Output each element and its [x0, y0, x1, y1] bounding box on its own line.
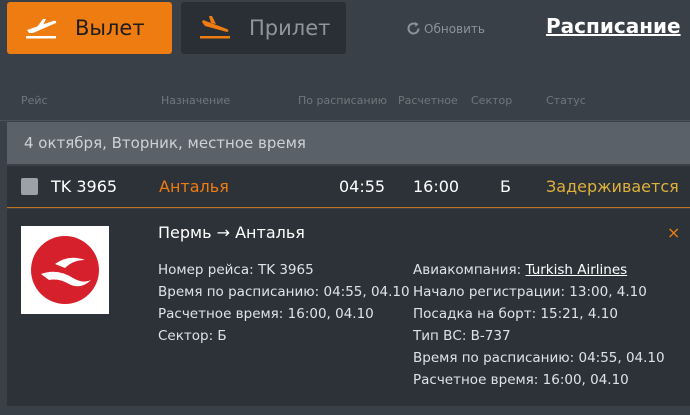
col-header-destination: Назначение [161, 94, 231, 107]
detail-sector: Сектор: Б [158, 328, 227, 344]
airline-logo [21, 226, 109, 314]
refresh-icon [407, 22, 420, 35]
flight-row[interactable]: TK 3965 Анталья 04:55 16:00 Б Задерживае… [7, 166, 690, 208]
tab-departures-label: Вылет [75, 16, 145, 40]
details-right-column: Авиакомпания: Turkish Airlines Начало ре… [413, 259, 665, 391]
airline-mini-icon [21, 178, 38, 195]
flight-scheduled-time: 04:55 [339, 177, 386, 196]
flight-sector: Б [500, 177, 511, 196]
detail-scheduled-time-right: Время по расписанию: 04:55, 04.10 [413, 350, 665, 366]
tab-arrivals-label: Прилет [249, 16, 331, 40]
refresh-button[interactable]: Обновить [406, 21, 485, 36]
detail-estimated-time-right: Расчетное время: 16:00, 04.10 [413, 372, 629, 388]
header-divider [0, 120, 690, 121]
close-icon[interactable]: × [667, 223, 680, 242]
airline-link[interactable]: Turkish Airlines [526, 262, 628, 278]
route-title: Пермь → Анталья [158, 223, 305, 242]
flight-status: Задерживается [546, 177, 679, 196]
flight-destination: Анталья [159, 177, 229, 196]
details-left-column: Номер рейса: TK 3965 Время по расписанию… [158, 259, 410, 347]
flight-number: TK 3965 [51, 177, 118, 196]
date-band-label: 4 октября, Вторник, местное время [24, 134, 306, 152]
detail-estimated-time: Расчетное время: 16:00, 04.10 [158, 306, 374, 322]
flight-estimated-time: 16:00 [413, 177, 460, 196]
detail-scheduled-time: Время по расписанию: 04:55, 04.10 [158, 284, 410, 300]
turkish-airlines-logo-icon [31, 236, 99, 304]
schedule-link[interactable]: Расписание [546, 14, 681, 38]
detail-checkin-start: Начало регистрации: 13:00, 4.10 [413, 284, 647, 300]
detail-airline-label: Авиакомпания: [413, 262, 526, 278]
detail-airline: Авиакомпания: Turkish Airlines [413, 259, 665, 281]
tab-departures[interactable]: Вылет [7, 2, 172, 54]
detail-flight-number: Номер рейса: TK 3965 [158, 262, 314, 278]
flight-details-panel: Пермь → Анталья × Номер рейса: TK 3965 В… [7, 209, 690, 406]
tab-arrivals[interactable]: Прилет [181, 2, 346, 54]
top-bar: Вылет Прилет Обновить Расписание [0, 0, 690, 62]
refresh-label: Обновить [424, 21, 485, 36]
col-header-estimated: Расчетное [398, 94, 458, 107]
col-header-flight: Рейс [21, 94, 48, 107]
plane-landing-icon [200, 16, 230, 39]
col-header-sector: Сектор [471, 94, 513, 107]
detail-boarding: Посадка на борт: 15:21, 4.10 [413, 306, 618, 322]
plane-takeoff-icon [26, 19, 57, 39]
col-header-scheduled: По расписанию [298, 94, 387, 107]
date-band: 4 октября, Вторник, местное время [7, 122, 690, 164]
detail-aircraft-type: Тип ВС: B-737 [413, 328, 511, 344]
col-header-status: Статус [546, 94, 586, 107]
bottom-strip [0, 406, 690, 415]
